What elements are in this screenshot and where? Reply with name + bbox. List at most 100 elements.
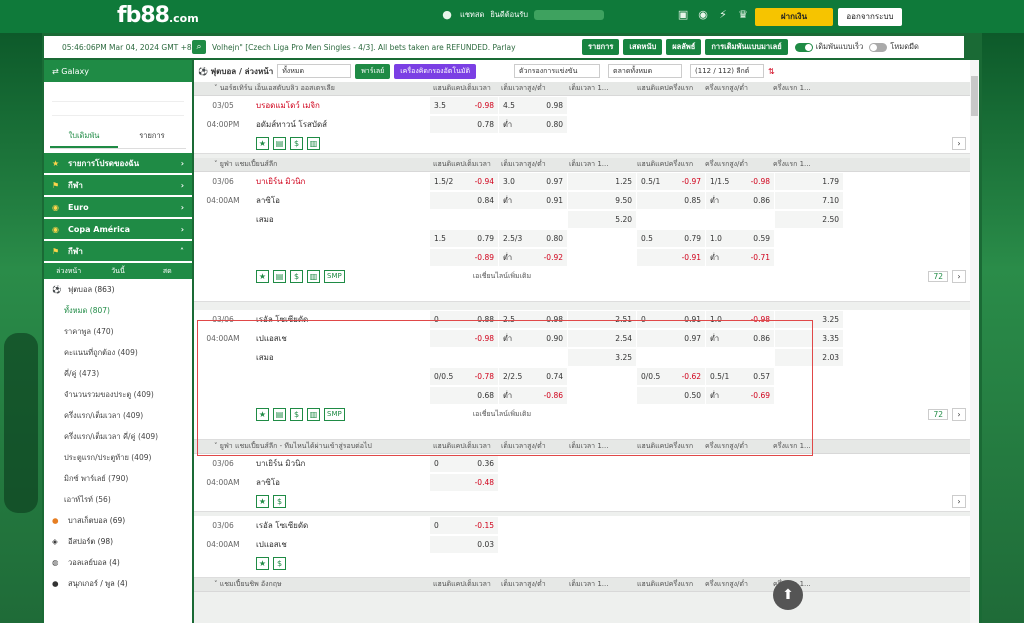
odds-cell[interactable]: 2.5/3 0.80 bbox=[499, 230, 567, 247]
odds-cell[interactable]: 0 0.91 bbox=[637, 311, 705, 328]
odds-cell[interactable]: ต่ำ -0.86 bbox=[499, 387, 567, 404]
odds-cell[interactable]: 2.51 bbox=[568, 311, 636, 328]
chart-icon[interactable]: ▥ bbox=[307, 407, 320, 421]
odds-cell[interactable]: 2.5 0.98 bbox=[499, 311, 567, 328]
odds-cell[interactable]: ต่ำ -0.92 bbox=[499, 249, 567, 266]
odds-cell[interactable]: 1.0 -0.98 bbox=[706, 311, 774, 328]
scrollbar[interactable] bbox=[970, 60, 979, 623]
odds-cell[interactable]: 2.50 bbox=[775, 211, 843, 228]
more-lines-link[interactable]: เอเชี่ยนไลน์เพิ่มเติม bbox=[473, 409, 531, 420]
league-header[interactable]: ˅ ยูฟ่า แชมเปี้ยนส์ลีก แฮนดิแคปเต็มเวลาเ… bbox=[194, 158, 970, 172]
chevron-right-icon[interactable]: › bbox=[952, 494, 966, 508]
odds-cell[interactable]: 4.5 0.98 bbox=[499, 97, 567, 114]
gift-icon[interactable]: ▣ bbox=[676, 8, 690, 22]
odds-cell[interactable]: 2.03 bbox=[775, 349, 843, 366]
odds-cell[interactable]: 0.50 bbox=[637, 387, 705, 404]
odds-cell[interactable]: 9.50 bbox=[568, 192, 636, 209]
chart-icon[interactable]: ▥ bbox=[307, 269, 320, 283]
quick-bet-toggle[interactable] bbox=[794, 42, 813, 52]
chevron-right-icon[interactable]: › bbox=[952, 407, 966, 421]
odds-cell[interactable]: ต่ำ 0.90 bbox=[499, 330, 567, 347]
chat-link[interactable]: แชทสด bbox=[460, 9, 484, 21]
stats-icon[interactable]: ▤ bbox=[273, 407, 286, 421]
tab-bet-slip[interactable]: ใบเดิมพัน bbox=[50, 126, 118, 148]
sidebar-item-snooker[interactable]: ● สนุกเกอร์ / พูล (4) bbox=[44, 573, 192, 594]
odds-cell[interactable]: 0.68 bbox=[430, 387, 498, 404]
smp-button[interactable]: SMP bbox=[324, 407, 345, 421]
odds-cell[interactable]: 1.5/2 -0.94 bbox=[430, 173, 498, 190]
dollar-icon[interactable]: $ bbox=[290, 407, 303, 421]
sidebar-item-esports[interactable]: ◈ อีสปอร์ต (98) bbox=[44, 531, 192, 552]
odds-type-select[interactable]: การเดิมพันแบบมาเลย์ bbox=[705, 39, 788, 55]
market-count[interactable]: 72 bbox=[928, 270, 948, 282]
sort-icon[interactable]: ⇅ bbox=[768, 67, 775, 76]
sidebar-item-all[interactable]: ทั้งหมด (807) bbox=[44, 300, 192, 321]
sidebar-item-first-last[interactable]: ประตูแรก/ประตูท้าย (409) bbox=[44, 447, 192, 468]
odds-cell[interactable]: ต่ำ -0.69 bbox=[706, 387, 774, 404]
vip-icon[interactable]: ♛ bbox=[736, 8, 750, 22]
sidebar-item-odd-even[interactable]: คี่/คู่ (473) bbox=[44, 363, 192, 384]
market-filter-select[interactable]: ทั้งหมด bbox=[277, 64, 352, 78]
sidebar-item-total-goals[interactable]: จำนวนรวมของประตู (409) bbox=[44, 384, 192, 405]
sidebar-item-correct-score[interactable]: คะแนนที่ถูกต้อง (409) bbox=[44, 342, 192, 363]
statement-button[interactable]: เสดหนับ bbox=[623, 39, 663, 55]
stats-icon[interactable]: ▤ bbox=[273, 136, 286, 150]
sidebar-item-pool[interactable]: ราคาพูล (470) bbox=[44, 321, 192, 342]
tab-live[interactable]: สด bbox=[143, 266, 192, 277]
odds-cell[interactable]: -0.48 bbox=[430, 474, 498, 491]
star-icon[interactable]: ★ bbox=[256, 136, 269, 150]
stats-icon[interactable]: ▤ bbox=[273, 269, 286, 283]
sidebar-item-outright[interactable]: เอาท์ไรท์ (56) bbox=[44, 489, 192, 510]
more-lines-link[interactable]: เอเชี่ยนไลน์เพิ่มเติม bbox=[473, 271, 531, 282]
sidebar-item-ht-ft-oe[interactable]: ครึ่งแรก/เต็มเวลา คี่/คู่ (409) bbox=[44, 426, 192, 447]
galaxy-banner[interactable]: ⇄ Galaxy bbox=[44, 60, 192, 82]
sidebar-item-ht-ft[interactable]: ครึ่งแรก/เต็มเวลา (409) bbox=[44, 405, 192, 426]
promo-icon[interactable]: ◉ bbox=[696, 8, 710, 22]
odds-cell[interactable]: 0 -0.15 bbox=[430, 517, 498, 534]
odds-cell[interactable]: -0.98 bbox=[430, 330, 498, 347]
odds-cell[interactable]: ต่ำ 0.86 bbox=[706, 192, 774, 209]
logo[interactable]: fb88.com bbox=[117, 3, 199, 28]
odds-cell[interactable]: 0 0.88 bbox=[430, 311, 498, 328]
odds-cell[interactable]: 5.20 bbox=[568, 211, 636, 228]
deposit-button[interactable]: ฝากเงิน bbox=[755, 8, 833, 26]
league-header[interactable]: ˅ ยูฟ่า แชมเปี้ยนส์ลีก - ทีมไหนได้ผ่านเข… bbox=[194, 440, 970, 454]
odds-cell[interactable]: -0.91 bbox=[637, 249, 705, 266]
odds-cell[interactable]: 2/2.5 0.74 bbox=[499, 368, 567, 385]
tab-early[interactable]: ล่วงหน้า bbox=[44, 266, 93, 277]
sidebar-item-mix-parlay[interactable]: มิกซ์ พาร์เลย์ (790) bbox=[44, 468, 192, 489]
odds-cell[interactable]: 0.5/1 -0.97 bbox=[637, 173, 705, 190]
odds-cell[interactable]: 2.54 bbox=[568, 330, 636, 347]
odds-cell[interactable]: 0 0.36 bbox=[430, 455, 498, 472]
league-header[interactable]: ˅ นอร์ธเทิร์น เอ็นเอสดับบลิว ออสเตรเลีย … bbox=[194, 82, 970, 96]
odds-cell[interactable]: -0.89 bbox=[430, 249, 498, 266]
copa-section[interactable]: ◉ Copa América › bbox=[44, 219, 192, 239]
odds-cell[interactable]: 1.79 bbox=[775, 173, 843, 190]
odds-cell[interactable]: 1.0 0.59 bbox=[706, 230, 774, 247]
league-count[interactable]: (112 / 112) ลีกต์ bbox=[690, 64, 765, 78]
sidebar-item-basketball[interactable]: ● บาสเก็ตบอล (69) bbox=[44, 510, 192, 531]
odds-cell[interactable]: 0/0.5 -0.62 bbox=[637, 368, 705, 385]
odds-cell[interactable]: 0.5/1 0.57 bbox=[706, 368, 774, 385]
star-icon[interactable]: ★ bbox=[256, 407, 269, 421]
back-to-top-button[interactable]: ⬆ bbox=[773, 580, 803, 610]
results-button[interactable]: ผลลัพธ์ bbox=[666, 39, 702, 55]
tab-list[interactable]: รายการ bbox=[118, 126, 186, 148]
chevron-right-icon[interactable]: › bbox=[952, 136, 966, 150]
dollar-icon[interactable]: $ bbox=[290, 269, 303, 283]
calculator-button[interactable]: เครื่องคิดกรองอัตโนมัติ bbox=[394, 63, 477, 79]
odds-cell[interactable]: 0.84 bbox=[430, 192, 498, 209]
odds-cell[interactable]: 3.25 bbox=[775, 311, 843, 328]
dollar-icon[interactable]: $ bbox=[290, 136, 303, 150]
odds-cell[interactable]: 3.5 -0.98 bbox=[430, 97, 498, 114]
chevron-right-icon[interactable]: › bbox=[952, 269, 966, 283]
odds-cell[interactable]: 7.10 bbox=[775, 192, 843, 209]
odds-cell[interactable]: 3.0 0.97 bbox=[499, 173, 567, 190]
market-count[interactable]: 72 bbox=[928, 408, 948, 420]
odds-cell[interactable]: 1.5 0.79 bbox=[430, 230, 498, 247]
star-icon[interactable]: ★ bbox=[256, 556, 269, 570]
chat-icon[interactable]: ● bbox=[440, 8, 454, 22]
odds-cell[interactable]: 3.25 bbox=[568, 349, 636, 366]
odds-cell[interactable]: ต่ำ 0.91 bbox=[499, 192, 567, 209]
sports2-section[interactable]: ⚑ กีฬา ˄ bbox=[44, 241, 192, 261]
